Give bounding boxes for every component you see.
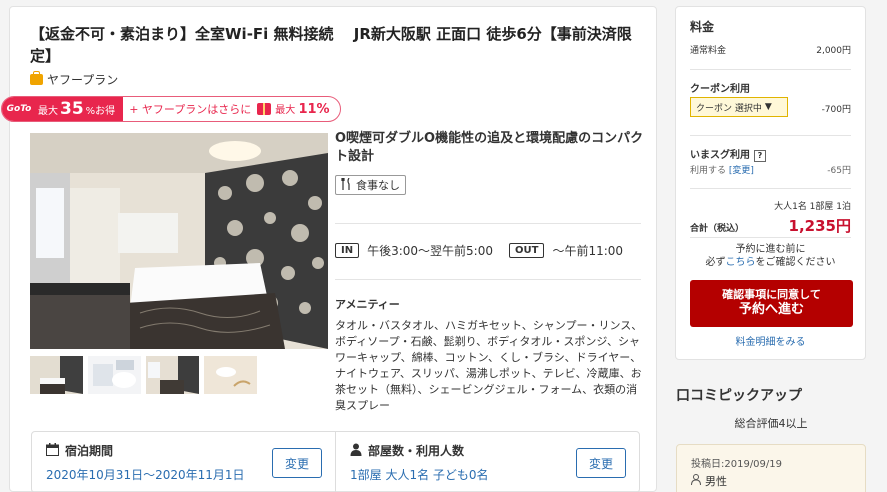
coupon-discount-row: -700円 bbox=[690, 102, 851, 115]
gift-icon bbox=[257, 103, 272, 115]
review-card: 投稿日:2019/09/19 男性 bbox=[676, 444, 866, 492]
checkin-checkout: IN 午後3:00～翌午前5:00 OUT ～午前11:00 bbox=[335, 242, 623, 259]
total-label: 合計（税込） bbox=[690, 224, 745, 234]
person-icon bbox=[691, 474, 701, 488]
guests-heading: 部屋数・利用人数 bbox=[350, 442, 464, 459]
checkin-tag: IN bbox=[335, 243, 360, 258]
ima-sugu-change-link[interactable]: [変更] bbox=[729, 166, 754, 176]
yahoo-extra-max-value: 11% bbox=[298, 102, 330, 117]
help-icon[interactable]: ? bbox=[754, 150, 766, 162]
yahoo-extra-max-label: 最大 bbox=[275, 105, 296, 116]
room-title: O喫煙可ダブルO機能性の追及と環境配慮のコンパクト設計 bbox=[335, 131, 644, 164]
stay-period-heading: 宿泊期間 bbox=[46, 442, 113, 459]
cutlery-icon bbox=[341, 177, 352, 193]
confirm-note-line2: 必ずこちらをご確認ください bbox=[676, 256, 865, 269]
review-rating-filter: 総合評価4以上 bbox=[734, 417, 808, 430]
thumbnail-1[interactable] bbox=[30, 356, 83, 394]
yahoo-plan-tag: ヤフープラン bbox=[30, 71, 118, 88]
divider bbox=[690, 237, 851, 238]
reserve-button[interactable]: 確認事項に同意して 予約へ進む bbox=[690, 280, 853, 327]
stay-period-section: 宿泊期間 2020年10月31日～2020年11月1日 変更 bbox=[32, 432, 335, 492]
divider bbox=[690, 69, 851, 70]
bag-icon bbox=[30, 71, 43, 85]
stay-period-label: 宿泊期間 bbox=[65, 444, 114, 458]
photo-thumbnails bbox=[30, 356, 257, 394]
reserve-button-line2: 予約へ進む bbox=[738, 302, 804, 317]
goto-max-suffix: %お得 bbox=[85, 105, 116, 117]
goto-max-label: 最大 bbox=[38, 105, 58, 117]
guests-section: 部屋数・利用人数 1部屋 大人1名 子ども0名 変更 bbox=[335, 432, 639, 492]
plan-card: 【返金不可・素泊まり】全室Wi-Fi 無料接続 JR新大阪駅 正面口 徒歩6分【… bbox=[1, 6, 657, 492]
confirm-note-post: をご確認ください bbox=[755, 257, 836, 268]
plan-title: 【返金不可・素泊まり】全室Wi-Fi 無料接続 JR新大阪駅 正面口 徒歩6分【… bbox=[30, 25, 632, 65]
reviewer-info: 男性 bbox=[691, 473, 727, 489]
stay-conditions: 宿泊期間 2020年10月31日～2020年11月1日 変更 部屋数・利用人数 … bbox=[31, 431, 640, 492]
confirm-note: 予約に進む前に 必ずこちらをご確認ください bbox=[676, 243, 865, 269]
checkout-time: ～午前11:00 bbox=[552, 244, 624, 258]
price-title: 料金 bbox=[690, 20, 715, 34]
confirm-note-pre: 必ず bbox=[705, 257, 726, 268]
calendar-icon bbox=[46, 442, 59, 459]
checkin-time: 午後3:00～翌午前5:00 bbox=[367, 244, 493, 258]
meal-tag: 食事なし bbox=[335, 175, 406, 195]
thumbnail-3[interactable] bbox=[146, 356, 199, 394]
normal-price-row: 通常料金 2,000円 bbox=[690, 43, 851, 56]
total-price: 1,235円 bbox=[788, 217, 851, 235]
person-icon bbox=[350, 443, 362, 459]
room-photo[interactable] bbox=[30, 133, 328, 349]
goto-campaign-banner: GoTo 最大 35 %お得 + ヤフープランはさらに 最大 11% bbox=[1, 96, 341, 122]
thumbnail-2[interactable] bbox=[88, 356, 141, 394]
divider bbox=[335, 279, 641, 280]
goto-logo: GoTo bbox=[2, 97, 36, 121]
coupon-heading: クーポン利用 bbox=[690, 84, 750, 95]
price-detail-link[interactable]: 料金明細をみる bbox=[676, 333, 865, 348]
ima-sugu-label: いまスグ利用 bbox=[690, 150, 750, 161]
guests-summary-row: 大人1名 1部屋 1泊 bbox=[690, 199, 851, 212]
change-period-button[interactable]: 変更 bbox=[272, 448, 322, 478]
coupon-discount-value: -700円 bbox=[821, 105, 851, 115]
yahoo-plan-label: ヤフープラン bbox=[47, 73, 119, 87]
hotel-plan-page: 【返金不可・素泊まり】全室Wi-Fi 無料接続 JR新大阪駅 正面口 徒歩6分【… bbox=[0, 0, 887, 492]
meal-label: 食事なし bbox=[356, 179, 400, 192]
divider bbox=[335, 223, 641, 224]
divider bbox=[690, 188, 851, 189]
reviewer-gender: 男性 bbox=[705, 475, 727, 488]
guests-label: 部屋数・利用人数 bbox=[368, 444, 465, 458]
change-guests-button[interactable]: 変更 bbox=[576, 448, 626, 478]
ima-sugu-use-label: 利用する bbox=[690, 166, 727, 176]
stay-period-value: 2020年10月31日～2020年11月1日 bbox=[46, 468, 245, 482]
guests-summary: 大人1名 1部屋 1泊 bbox=[774, 202, 851, 212]
review-date: 投稿日:2019/09/19 bbox=[691, 459, 783, 470]
confirm-note-line1: 予約に進む前に bbox=[735, 244, 806, 255]
guests-value: 1部屋 大人1名 子ども0名 bbox=[350, 468, 489, 482]
normal-price-label: 通常料金 bbox=[690, 46, 727, 56]
checkout-tag: OUT bbox=[509, 243, 545, 258]
amenity-list: タオル・バスタオル、ハミガキセット、シャンプー・リンス、ボディソープ・石鹸、髭剃… bbox=[335, 319, 643, 412]
ima-sugu-value: -65円 bbox=[827, 166, 851, 176]
ima-sugu-row: 利用する [変更] -65円 bbox=[690, 163, 851, 176]
goto-max-value: 35 bbox=[60, 99, 84, 119]
review-heading: 口コミピックアップ bbox=[676, 388, 802, 404]
goto-discount: 最大 35 %お得 bbox=[36, 97, 124, 121]
yahoo-extra-label: + ヤフープランはさらに bbox=[129, 103, 252, 116]
yahoo-extra-discount: 最大 11% bbox=[275, 101, 329, 117]
ima-sugu-heading: いまスグ利用? bbox=[690, 146, 766, 162]
ima-sugu-use: 利用する [変更] bbox=[690, 163, 754, 176]
amenity-heading: アメニティー bbox=[335, 298, 400, 311]
reserve-button-line1: 確認事項に同意して bbox=[722, 288, 821, 301]
price-summary-card: 料金 通常料金 2,000円 クーポン利用 クーポン 選択中 ▼ -700円 い… bbox=[675, 6, 866, 360]
thumbnail-4[interactable] bbox=[204, 356, 257, 394]
divider bbox=[690, 135, 851, 136]
normal-price-value: 2,000円 bbox=[816, 46, 851, 56]
confirm-note-link[interactable]: こちら bbox=[726, 257, 756, 268]
